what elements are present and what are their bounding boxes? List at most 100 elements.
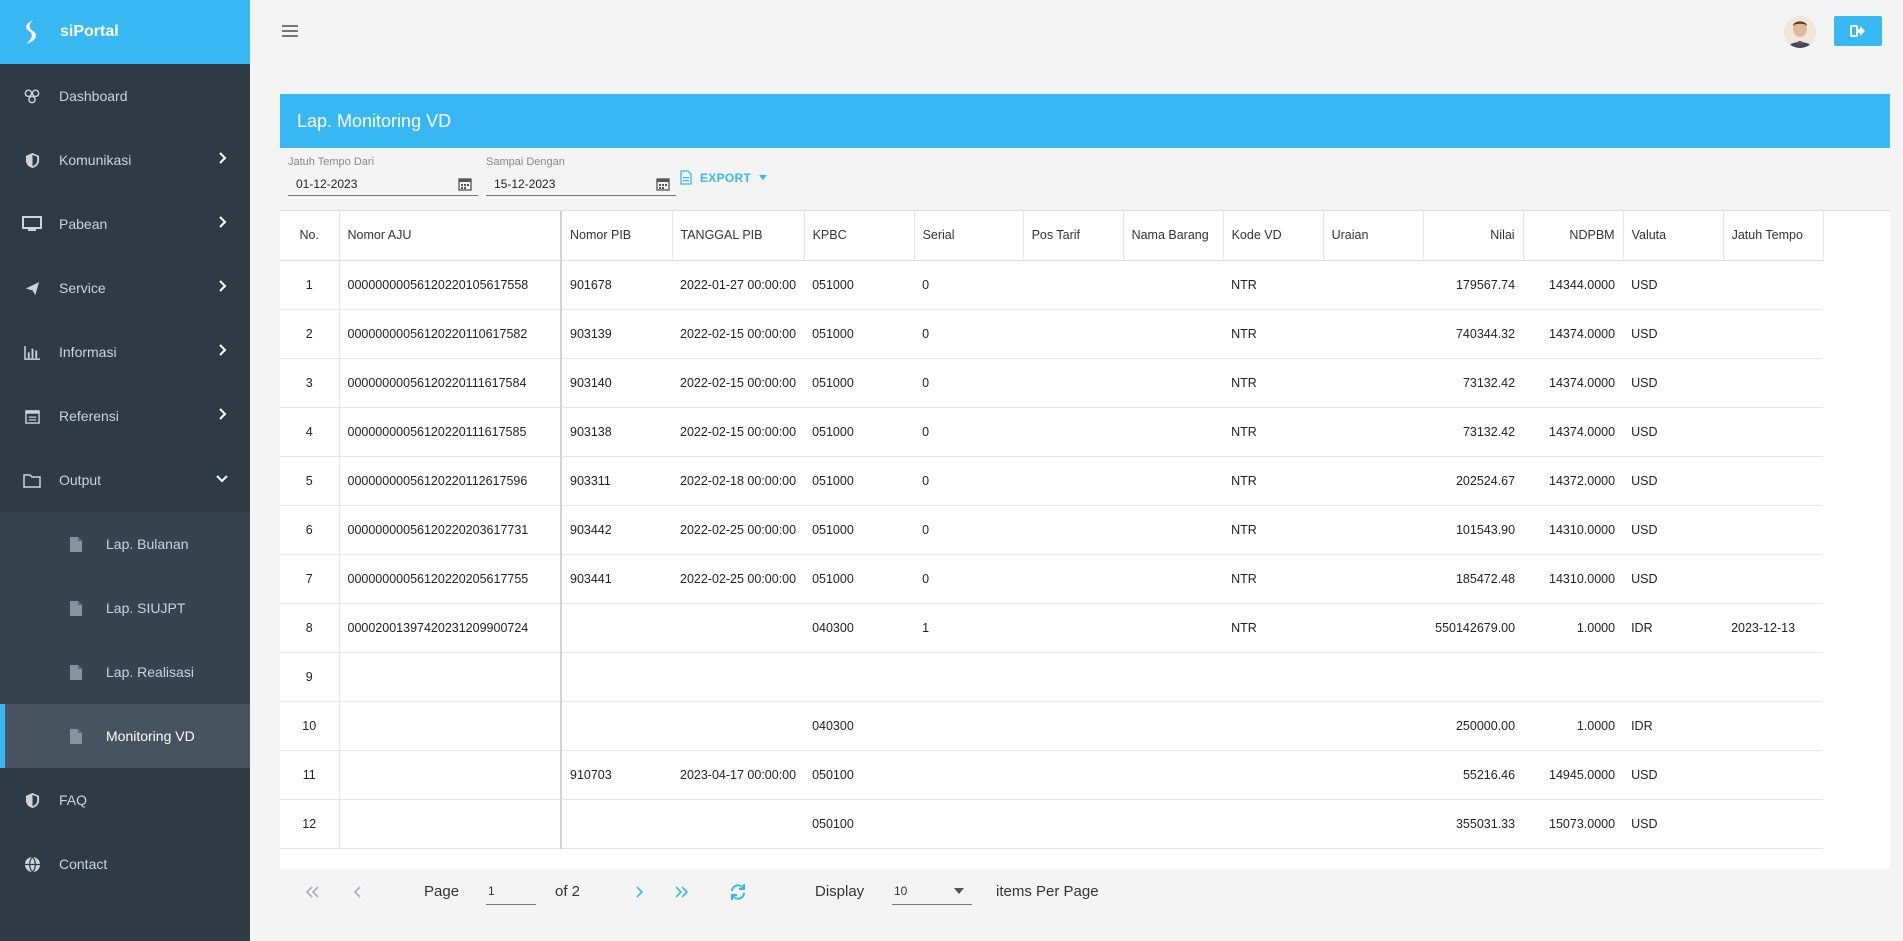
table-cell: 2023-12-13 [1723, 603, 1824, 653]
table-row[interactable]: 4 00000000056120220111617585 903138 2022-02… [280, 407, 1824, 457]
table-row[interactable]: 6 00000000056120220203617731 903442 2022-02… [280, 505, 1824, 555]
date-to-label: Sampai Dengan [486, 156, 565, 168]
last-page-button[interactable] [666, 876, 698, 908]
brand[interactable]: siPortal [0, 0, 250, 64]
table-cell [561, 652, 672, 702]
table-cell: NTR [1223, 456, 1324, 506]
column-header[interactable]: No. [280, 211, 340, 261]
file-export-icon [680, 170, 692, 185]
table-cell [339, 799, 562, 849]
table-cell [1123, 701, 1224, 751]
caret-down-icon [759, 175, 768, 180]
column-header[interactable]: Nomor AJU [339, 211, 562, 261]
column-header[interactable]: Kode VD [1223, 211, 1324, 261]
hamburger-menu-icon[interactable] [282, 24, 298, 38]
table-cell: 040300 [804, 603, 915, 653]
table-row[interactable]: 10 040300 250000.00 1.0000 IDR [280, 701, 1824, 751]
sidebar-subitem-lap-bulanan[interactable]: Lap. Bulanan [0, 512, 250, 576]
table-row[interactable]: 7 00000000056120220205617755 903441 2022-02… [280, 554, 1824, 604]
column-header[interactable]: TANGGAL PIB [672, 211, 805, 261]
file-icon [66, 726, 86, 746]
table-row[interactable]: 12 050100 355031.33 15073.0000 USD [280, 799, 1824, 849]
table-cell [1223, 750, 1324, 800]
column-header[interactable]: Nomor PIB [561, 211, 673, 261]
table-cell: 00000000056120220110617582 [339, 309, 562, 359]
refresh-button[interactable] [722, 876, 754, 908]
table-cell [1123, 456, 1224, 506]
table-cell: 14372.0000 [1523, 456, 1624, 506]
date-from-input[interactable]: 01-12-2023 [288, 172, 478, 196]
table-cell: 14310.0000 [1523, 554, 1624, 604]
table-row[interactable]: 11 910703 2023-04-17 00:00:00 050100 55216.4… [280, 750, 1824, 800]
sidebar-item-output[interactable]: Output [0, 448, 250, 512]
sidebar-subitem-label: Lap. Bulanan [106, 536, 189, 552]
logout-button[interactable] [1834, 16, 1882, 46]
column-header[interactable]: NDPBM [1523, 211, 1624, 261]
column-header[interactable]: Pos Tarif [1023, 211, 1124, 261]
sidebar-item-referensi[interactable]: Referensi [0, 384, 250, 448]
display-label: Display [815, 883, 865, 900]
table-row[interactable]: 9 [280, 652, 1824, 702]
table-cell: 14310.0000 [1523, 505, 1624, 555]
table-cell: 14945.0000 [1523, 750, 1624, 800]
user-avatar[interactable] [1784, 16, 1816, 48]
table-cell: 901678 [561, 260, 672, 310]
pagination-bar: Page 1 of 2 Display 10 items Per Page [280, 869, 1890, 914]
calendar-icon[interactable] [656, 177, 670, 191]
calendar-icon[interactable] [458, 177, 472, 191]
table-row[interactable]: 3 00000000056120220111617584 903140 2022-02… [280, 358, 1824, 408]
table-row[interactable]: 5 00000000056120220112617596 903311 2022-02… [280, 456, 1824, 506]
export-label: EXPORT [700, 170, 752, 185]
sidebar-item-contact[interactable]: Contact [0, 832, 250, 896]
table-row[interactable]: 2 00000000056120220110617582 903139 2022-02… [280, 309, 1824, 359]
table-cell: 7 [280, 554, 340, 604]
page-number-input[interactable]: 1 [486, 879, 536, 905]
table-cell: 2023-04-17 00:00:00 [672, 750, 805, 800]
table-row[interactable]: 8 00002001397420231209900724 040300 1 NTR 550… [280, 603, 1824, 653]
page-size-select[interactable]: 10 [892, 879, 972, 905]
data-grid: No. Nomor AJU Nomor PIB TANGGAL PIB KPBC Seri… [280, 210, 1890, 869]
sidebar-item-faq[interactable]: FAQ [0, 768, 250, 832]
sidebar-item-informasi[interactable]: Informasi [0, 320, 250, 384]
prev-page-button[interactable] [342, 876, 374, 908]
page-count-label: of 2 [555, 883, 581, 900]
table-cell [1223, 701, 1324, 751]
sidebar-subitem-lap-realisasi[interactable]: Lap. Realisasi [0, 640, 250, 704]
column-header[interactable]: Valuta [1623, 211, 1724, 261]
export-button[interactable]: EXPORT [680, 170, 768, 185]
page-size-value: 10 [894, 884, 908, 898]
sidebar-item-label: Informasi [59, 344, 117, 360]
column-header[interactable]: KPBC [804, 211, 915, 261]
next-page-button[interactable] [623, 876, 655, 908]
table-cell: 15073.0000 [1523, 799, 1624, 849]
column-header[interactable]: Serial [914, 211, 1024, 261]
column-header[interactable]: Jatuh Tempo [1723, 211, 1824, 261]
sidebar-item-service[interactable]: Service [0, 256, 250, 320]
table-cell: 740344.32 [1423, 309, 1524, 359]
sidebar-item-pabean[interactable]: Pabean [0, 192, 250, 256]
table-cell [1023, 603, 1124, 653]
table-cell: 00000000056120220112617596 [339, 456, 562, 506]
column-header[interactable]: Nilai [1423, 211, 1524, 261]
sidebar-subitem-label: Lap. SIUJPT [106, 600, 186, 616]
table-cell [1123, 260, 1224, 310]
double-chevron-left-icon [305, 885, 319, 898]
table-cell [1723, 554, 1824, 604]
table-cell: USD [1623, 407, 1724, 457]
sidebar-item-komunikasi[interactable]: Komunikasi [0, 128, 250, 192]
table-cell [1123, 309, 1224, 359]
column-header[interactable]: Nama Barang [1123, 211, 1224, 261]
first-page-button[interactable] [296, 876, 328, 908]
table-cell: 050100 [804, 750, 915, 800]
table-cell: 0 [914, 554, 1024, 604]
table-row[interactable]: 1 00000000056120220105617558 901678 2022-01… [280, 260, 1824, 310]
sidebar-subitem-monitoring-vd[interactable]: Monitoring VD [0, 704, 250, 768]
siportal-logo-icon [26, 20, 37, 44]
table-cell [1723, 456, 1824, 506]
sidebar-item-label: Referensi [59, 408, 119, 424]
sidebar-item-dashboard[interactable]: Dashboard [0, 64, 250, 128]
sidebar-subitem-lap-siujpt[interactable]: Lap. SIUJPT [0, 576, 250, 640]
date-to-input[interactable]: 15-12-2023 [486, 172, 676, 196]
send-icon [22, 278, 42, 298]
column-header[interactable]: Uraian [1323, 211, 1424, 261]
